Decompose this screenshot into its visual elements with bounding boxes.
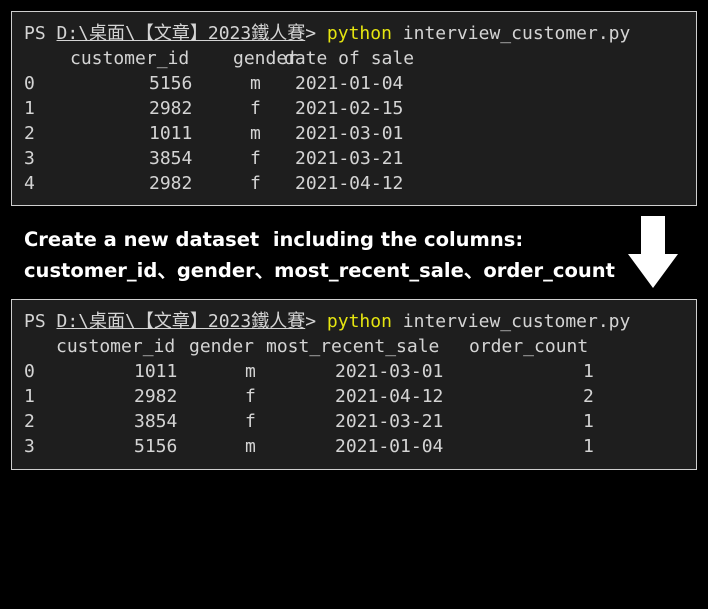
terminal-window-original[interactable]: PS D:\桌面\【文章】2023鐵人賽> python interview_c…: [11, 11, 697, 206]
cell-order-count: 1: [583, 361, 594, 382]
caption-line-1: Create a new dataset including the colum…: [24, 228, 524, 251]
cell-customer-id: 2982: [149, 173, 193, 194]
header-date-of-sale: date of sale: [284, 48, 415, 69]
table-row: 1 2982 f 2021-04-12 2: [12, 384, 696, 409]
table-header-row: customer_id gender most_recent_sale orde…: [12, 334, 696, 359]
caption-line-2: customer_id、gender、most_recent_sale、orde…: [24, 259, 615, 282]
cell-gender: f: [245, 386, 256, 407]
row-index: 2: [24, 123, 35, 144]
cell-most-recent-sale: 2021-03-21: [335, 411, 444, 432]
command-args: interview_customer.py: [391, 311, 631, 332]
down-arrow-icon: [628, 216, 678, 288]
row-index: 0: [24, 361, 35, 382]
cell-customer-id: 1011: [149, 123, 193, 144]
cell-customer-id: 5156: [134, 436, 178, 457]
cell-date: 2021-03-21: [295, 148, 404, 169]
table-row: 1 2982 f 2021-02-15: [12, 96, 696, 121]
cell-date: 2021-02-15: [295, 98, 404, 119]
row-index: 1: [24, 98, 35, 119]
command-args: interview_customer.py: [391, 23, 631, 44]
table-row: 2 3854 f 2021-03-21 1: [12, 409, 696, 434]
cell-customer-id: 1011: [134, 361, 178, 382]
cell-order-count: 1: [583, 436, 594, 457]
cell-gender: m: [250, 73, 261, 94]
ps-prefix: PS: [24, 311, 57, 332]
cell-order-count: 2: [583, 386, 594, 407]
table-row: 0 1011 m 2021-03-01 1: [12, 359, 696, 384]
cell-customer-id: 5156: [149, 73, 193, 94]
cell-customer-id: 3854: [149, 148, 193, 169]
cell-gender: f: [250, 98, 261, 119]
table-row: 2 1011 m 2021-03-01: [12, 121, 696, 146]
cell-gender: f: [245, 411, 256, 432]
cell-customer-id: 3854: [134, 411, 178, 432]
command-text: python: [326, 311, 392, 332]
cell-gender: f: [250, 173, 261, 194]
header-customer-id: customer_id: [56, 336, 176, 357]
cell-most-recent-sale: 2021-03-01: [335, 361, 444, 382]
cell-date: 2021-03-01: [295, 123, 404, 144]
cell-date: 2021-01-04: [295, 73, 404, 94]
table-header-row: customer_id gender date of sale: [12, 46, 696, 71]
prompt-line: PS D:\桌面\【文章】2023鐵人賽> python interview_c…: [12, 309, 696, 334]
table-row: 3 5156 m 2021-01-04 1: [12, 434, 696, 459]
row-index: 1: [24, 386, 35, 407]
table-row: 4 2982 f 2021-04-12: [12, 171, 696, 196]
ps-prefix: PS: [24, 23, 57, 44]
prompt-line: PS D:\桌面\【文章】2023鐵人賽> python interview_c…: [12, 21, 696, 46]
cell-gender: f: [250, 148, 261, 169]
prompt-suffix: >: [305, 23, 327, 44]
header-gender: gender: [189, 336, 255, 357]
row-index: 3: [24, 436, 35, 457]
cell-customer-id: 2982: [149, 98, 193, 119]
prompt-suffix: >: [305, 311, 327, 332]
header-order-count: order_count: [469, 336, 589, 357]
cell-order-count: 1: [583, 411, 594, 432]
cell-customer-id: 2982: [134, 386, 178, 407]
row-index: 2: [24, 411, 35, 432]
table-row: 0 5156 m 2021-01-04: [12, 71, 696, 96]
header-customer-id: customer_id: [70, 48, 190, 69]
cell-most-recent-sale: 2021-04-12: [335, 386, 444, 407]
terminal-window-result[interactable]: PS D:\桌面\【文章】2023鐵人賽> python interview_c…: [11, 299, 697, 470]
path-text: D:\桌面\【文章】2023鐵人賽: [56, 311, 306, 332]
cell-most-recent-sale: 2021-01-04: [335, 436, 444, 457]
cell-gender: m: [245, 436, 256, 457]
cell-date: 2021-04-12: [295, 173, 404, 194]
command-text: python: [326, 23, 392, 44]
cell-gender: m: [250, 123, 261, 144]
row-index: 4: [24, 173, 35, 194]
path-text: D:\桌面\【文章】2023鐵人賽: [56, 23, 306, 44]
cell-gender: m: [245, 361, 256, 382]
header-most-recent-sale: most_recent_sale: [266, 336, 440, 357]
table-row: 3 3854 f 2021-03-21: [12, 146, 696, 171]
row-index: 3: [24, 148, 35, 169]
row-index: 0: [24, 73, 35, 94]
